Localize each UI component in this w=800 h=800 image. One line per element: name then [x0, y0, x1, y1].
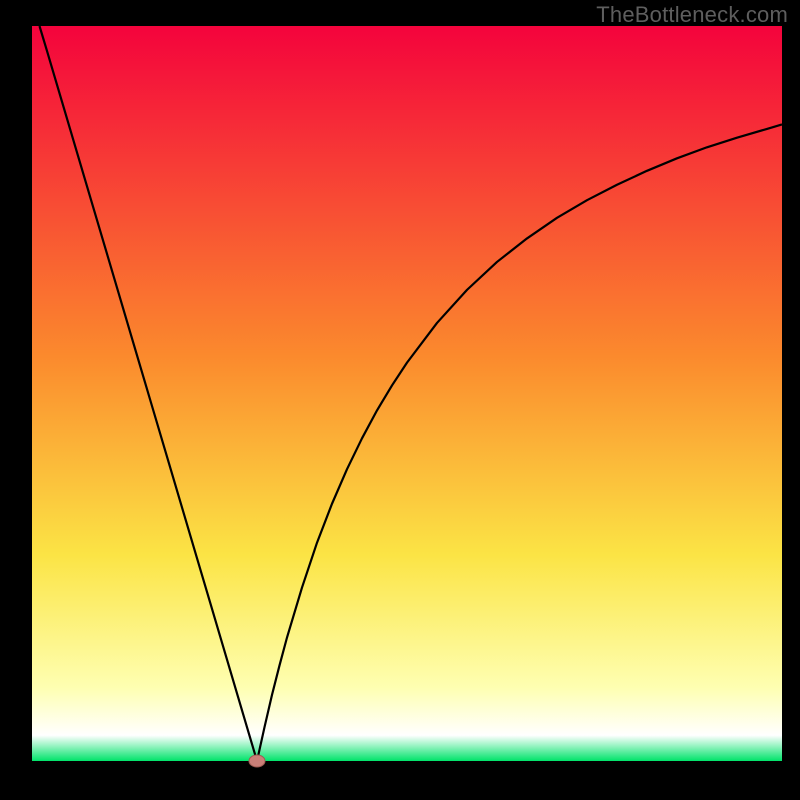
- watermark-text: TheBottleneck.com: [596, 2, 788, 28]
- optimal-point-marker: [249, 755, 265, 767]
- chart-gradient-bg: [32, 26, 782, 761]
- chart-frame: TheBottleneck.com: [0, 0, 800, 800]
- bottleneck-chart: [0, 0, 800, 800]
